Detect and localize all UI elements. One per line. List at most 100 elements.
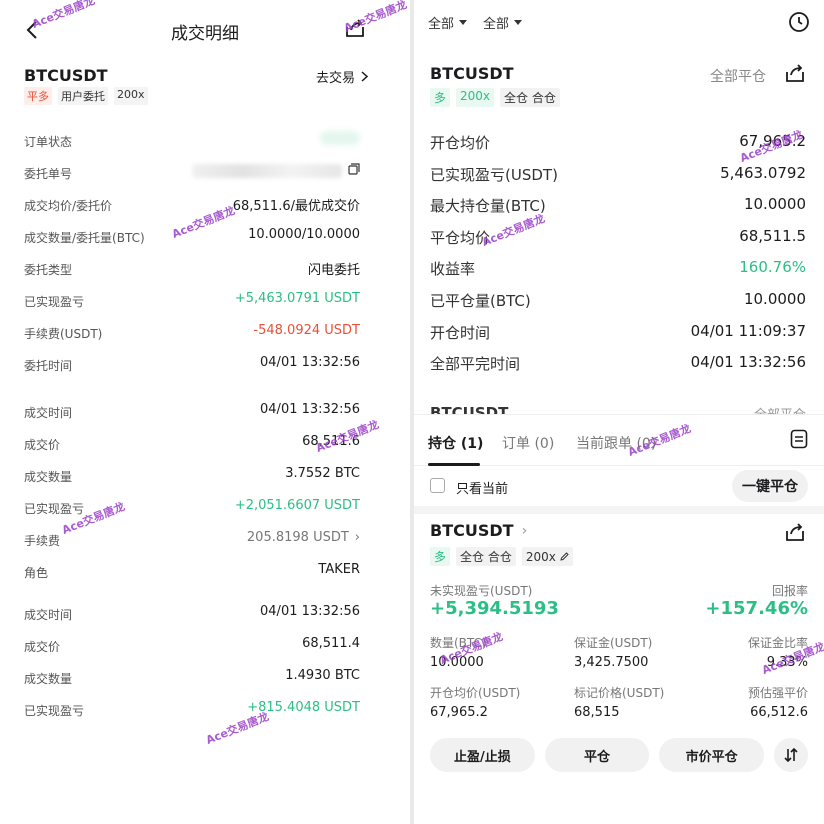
tab-positions[interactable]: 持仓 (1) — [428, 433, 483, 453]
cell-value: 10.0000 — [430, 655, 484, 670]
clock-icon — [789, 12, 809, 32]
side-tag: 多 — [430, 547, 451, 566]
position-history-panel: 全部 全部 BTCUSDT 全部平仓 多 200x 全仓 合仓 开仓均价 67,9… — [414, 0, 824, 824]
cell-label: 保证金比率 — [747, 636, 808, 650]
position-actions: 止盈/止损 平仓 市价平仓 — [430, 738, 809, 772]
history-label: 平仓均价 — [430, 228, 491, 247]
detail-value: TAKER — [318, 562, 360, 577]
detail-label: 角色 — [24, 566, 49, 580]
filter-dropdown-1[interactable]: 全部 — [428, 13, 468, 32]
detail-value: 68,511.6/最优成交价 — [233, 195, 360, 214]
share-icon — [786, 523, 804, 541]
detail-row: 委托单号 — [24, 163, 360, 183]
tab-orders[interactable]: 订单 (0) — [502, 433, 554, 453]
history-row: 开仓均价 67,965.2 — [430, 132, 806, 154]
detail-row: 已实现盈亏 +815.4048 USDT — [24, 700, 360, 720]
edit-icon — [560, 552, 569, 561]
records-button[interactable] — [790, 429, 810, 451]
history-value: 68,511.5 — [739, 226, 806, 245]
symbol-row: BTCUSDT 去交易 — [24, 66, 368, 86]
redacted-value — [320, 131, 360, 145]
filter-dropdown-2[interactable]: 全部 — [483, 13, 523, 32]
redacted-value — [192, 164, 342, 178]
position-symbol: BTCUSDT — [430, 521, 514, 540]
trade-detail-panel: 成交明细 BTCUSDT 去交易 平多 用户委托 200x 订单状态 委托单号 成交… — [0, 0, 410, 824]
chevron-right-icon: › — [521, 522, 528, 539]
history-label: 开仓时间 — [430, 323, 491, 342]
detail-label: 委托单号 — [24, 167, 73, 181]
only-current-checkbox[interactable] — [430, 478, 445, 493]
cell-label: 开仓均价(USDT) — [430, 686, 521, 700]
detail-value-text: -548.0924 USDT — [253, 323, 360, 338]
peek-symbol: BTCUSDT — [430, 404, 509, 414]
history-value: 04/01 13:32:56 — [690, 353, 806, 372]
filter-bar: 全部 全部 — [428, 13, 523, 32]
detail-row: 委托时间 04/01 13:32:56 — [24, 355, 360, 375]
detail-value-text: +5,463.0791 USDT — [234, 291, 360, 306]
detail-row: 成交价 68,511.4 — [24, 636, 360, 656]
history-tags: 多 200x 全仓 合仓 — [430, 88, 560, 107]
close-all-button[interactable]: 一键平仓 — [732, 470, 808, 502]
detail-value-text: 10.0000/10.0000 — [248, 227, 360, 242]
history-value: 160.76% — [739, 258, 806, 277]
leverage-tag: 200x — [456, 88, 495, 107]
detail-value-text: 68,511.6 — [302, 434, 360, 449]
detail-value: 04/01 13:32:56 — [260, 604, 360, 619]
reverse-position-button[interactable] — [774, 738, 809, 772]
position-symbol-link[interactable]: BTCUSDT › — [430, 521, 527, 540]
history-value: 04/01 11:09:37 — [690, 321, 806, 340]
detail-value: 68,511.4 — [302, 636, 360, 651]
detail-label: 手续费 — [24, 534, 61, 548]
detail-row: 成交时间 04/01 13:32:56 — [24, 604, 360, 624]
detail-value — [192, 163, 360, 179]
unrealized-pnl-value: +5,394.5193 — [430, 598, 559, 619]
position-share-button[interactable] — [784, 521, 806, 543]
detail-row: 成交数量/委托量(BTC) 10.0000/10.0000 — [24, 227, 360, 247]
history-label: 已实现盈亏(USDT) — [430, 165, 558, 184]
share-button[interactable] — [784, 62, 806, 84]
swap-arrows-icon — [784, 747, 798, 763]
detail-label: 成交数量 — [24, 672, 73, 686]
history-row: 收益率 160.76% — [430, 258, 806, 280]
history-row: 全部平完时间 04/01 13:32:56 — [430, 353, 806, 375]
tp-sl-button[interactable]: 止盈/止损 — [430, 738, 535, 772]
only-current-label: 只看当前 — [456, 482, 509, 497]
tab-copy-trades[interactable]: 当前跟单 (0) — [576, 433, 656, 453]
detail-label: 成交数量/委托量(BTC) — [24, 231, 145, 245]
document-icon — [790, 429, 808, 449]
share-icon — [346, 19, 364, 37]
history-row: 开仓时间 04/01 11:09:37 — [430, 322, 806, 344]
detail-value[interactable]: 205.8198 USDT › — [247, 530, 360, 545]
history-label: 最大持仓量(BTC) — [430, 197, 546, 216]
history-button[interactable] — [788, 11, 810, 33]
divider — [414, 506, 824, 514]
detail-label: 委托时间 — [24, 359, 73, 373]
share-button[interactable] — [344, 17, 368, 41]
detail-row: 成交数量 1.4930 BTC — [24, 668, 360, 688]
detail-label: 已实现盈亏 — [24, 502, 85, 516]
copy-icon[interactable] — [348, 163, 360, 179]
detail-label: 订单状态 — [24, 135, 73, 149]
position-tags: 多 全仓 合仓 200x — [430, 547, 573, 566]
history-row: 已平仓量(BTC) 10.0000 — [430, 290, 806, 312]
detail-value-text: 闪电委托 — [307, 263, 360, 278]
cell-label: 预估强平价 — [747, 686, 808, 700]
detail-value-text: 68,511.4 — [302, 636, 360, 651]
side-tag: 多 — [430, 88, 451, 107]
detail-value-text: 1.4930 BTC — [285, 668, 360, 683]
detail-value-text: 04/01 13:32:56 — [260, 604, 360, 619]
goto-trade-link[interactable]: 去交易 — [316, 67, 368, 86]
source-tag: 用户委托 — [58, 87, 108, 105]
quantity-cell: 数量(BTC) 10.0000 — [430, 634, 560, 670]
detail-label: 已实现盈亏 — [24, 704, 85, 718]
close-position-button[interactable]: 平仓 — [544, 738, 650, 772]
detail-label: 成交数量 — [24, 470, 73, 484]
detail-row: 角色 TAKER — [24, 562, 360, 582]
leverage-tag[interactable]: 200x — [521, 547, 573, 566]
roe-value: +157.46% — [705, 598, 808, 619]
liquidation-price-cell: 预估强平价 66,512.6 — [678, 684, 808, 720]
market-close-button[interactable]: 市价平仓 — [659, 738, 765, 772]
detail-value-text: 205.8198 USDT — [246, 530, 349, 545]
detail-label: 成交时间 — [24, 608, 73, 622]
caret-down-icon — [514, 20, 523, 25]
